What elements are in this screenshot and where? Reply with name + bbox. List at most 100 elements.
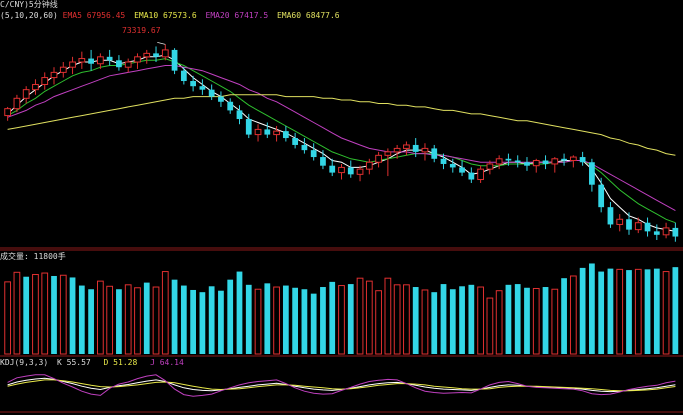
- candle: [106, 49, 113, 66]
- volume-bar-up: [161, 271, 169, 355]
- candle: [180, 67, 187, 85]
- candle-body-down: [598, 184, 605, 208]
- candle-body-up: [356, 168, 364, 175]
- volume-bar-down: [218, 290, 224, 354]
- volume-bar-up: [106, 285, 114, 355]
- volume-bar-down: [23, 276, 30, 354]
- volume-bar-down: [69, 277, 76, 354]
- volume-bar-down: [199, 292, 206, 354]
- candle: [4, 106, 12, 121]
- volume-bar-down: [431, 292, 438, 354]
- volume-bar-down: [672, 267, 679, 354]
- candle-body-up: [124, 61, 132, 68]
- kdj-params: KDJ(9,3,3): [0, 358, 49, 367]
- volume-bar-down: [264, 283, 271, 354]
- volume-bar-down: [589, 263, 595, 354]
- volume-bar-up: [393, 284, 401, 355]
- candle: [124, 58, 132, 73]
- candle: [551, 157, 559, 173]
- candle-body-up: [69, 61, 76, 68]
- volume-bar-down: [190, 289, 196, 354]
- volume-bar-up: [477, 286, 484, 355]
- candle-body-down: [347, 167, 354, 175]
- volume-bar-up: [486, 297, 494, 355]
- candle-body-up: [477, 168, 484, 181]
- ema-params: (5,10,20,60): [0, 11, 58, 20]
- candle: [199, 79, 206, 95]
- candle-body-down: [644, 222, 651, 232]
- candle: [375, 151, 382, 168]
- volume-bar-down: [514, 284, 521, 354]
- candle-body-down: [199, 86, 206, 90]
- candle-body-up: [143, 52, 151, 58]
- candle: [644, 217, 651, 237]
- volume-bar-down: [561, 278, 567, 354]
- volume-bar-down: [180, 285, 187, 354]
- candle: [13, 94, 21, 113]
- candle: [134, 53, 141, 69]
- kdj-line-j: [7, 374, 676, 397]
- candle-body-down: [329, 165, 336, 173]
- volume-bar-down: [598, 271, 605, 354]
- candle: [208, 84, 215, 101]
- candle-body-up: [393, 147, 401, 153]
- candle-body-down: [282, 131, 289, 139]
- candle-body-down: [264, 129, 271, 135]
- volume-bar-down: [88, 289, 94, 354]
- candle-body-up: [616, 218, 624, 225]
- candle-body-down: [449, 163, 456, 168]
- volume-bar-up: [662, 271, 670, 355]
- candle: [282, 125, 289, 142]
- candle-body-down: [514, 160, 521, 163]
- ema20-legend: EMA20 67417.5: [205, 11, 269, 20]
- candle-body-down: [440, 158, 447, 164]
- candle-body-up: [365, 161, 373, 170]
- candle: [569, 155, 577, 168]
- ema60-legend: EMA60 68477.6: [276, 11, 340, 20]
- candle-body-down: [227, 101, 234, 111]
- candle-body-down: [180, 70, 187, 82]
- candle-body-up: [338, 166, 345, 174]
- candle-body-up: [254, 128, 262, 136]
- candle: [143, 49, 151, 64]
- volume-bar-up: [569, 275, 577, 355]
- candle-body-up: [532, 160, 540, 167]
- candle-body-down: [468, 172, 475, 180]
- volume-bar-up: [254, 288, 262, 355]
- candle-body-up: [375, 154, 382, 163]
- candle-body-up: [97, 56, 104, 65]
- candle: [292, 132, 299, 149]
- volume-bar-down: [459, 286, 465, 354]
- volume-bar-up: [551, 288, 559, 355]
- chart-stage: C/CNY)5分钟线 (5,10,20,60) EMA5 67956.45 EM…: [0, 0, 683, 415]
- candle-body-up: [32, 83, 39, 91]
- candle: [365, 158, 373, 175]
- volume-bar-down: [320, 287, 326, 354]
- candle: [227, 98, 234, 114]
- volume-bar-down: [653, 268, 660, 354]
- kdj-j-value: J 64.14: [150, 358, 184, 367]
- candle: [524, 157, 530, 171]
- candle: [532, 158, 540, 173]
- volume-header: 成交量: 11800手: [0, 252, 66, 261]
- volume-bar-down: [236, 271, 243, 354]
- candle-body-up: [634, 222, 642, 231]
- volume-bar-down: [412, 287, 419, 354]
- candle-body-down: [88, 58, 94, 64]
- volume-bar-up: [532, 287, 540, 355]
- candle: [672, 222, 679, 242]
- candle-body-down: [431, 148, 438, 159]
- candle-body-up: [486, 163, 494, 170]
- candle: [236, 105, 243, 125]
- candle: [459, 160, 465, 177]
- candle-body-down: [459, 167, 465, 173]
- candle-body-down: [653, 231, 660, 235]
- candle-body-down: [310, 150, 317, 158]
- volume-bar-up: [495, 290, 503, 355]
- candlestick-chart-canvas: [0, 42, 683, 413]
- volume-bar-up: [273, 286, 280, 355]
- volume-bar-down: [607, 268, 614, 354]
- candle: [78, 51, 86, 69]
- candle-body-down: [301, 144, 308, 151]
- candle-body-down: [292, 138, 299, 145]
